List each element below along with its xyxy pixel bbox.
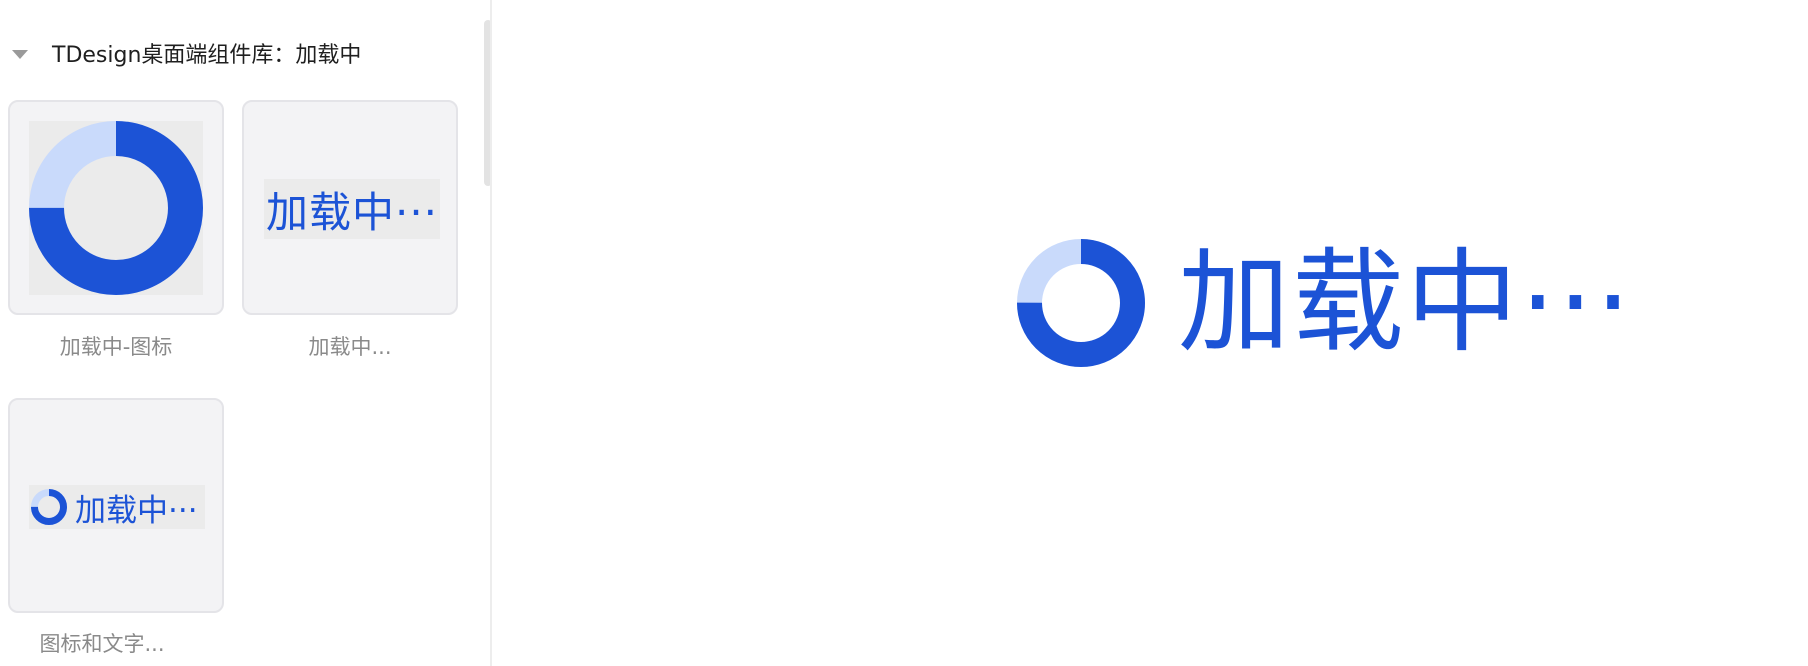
loading-text-thumbnail: 加载中··· — [75, 492, 198, 529]
component-group-header[interactable]: TDesign桌面端组件库：加载中 — [12, 36, 361, 70]
thumbnail-background: 加载中··· — [29, 485, 205, 529]
component-group-title: TDesign桌面端组件库：加载中 — [52, 43, 362, 68]
tile-caption: 加载中-图标 — [59, 335, 173, 359]
loading-spinner-icon — [29, 121, 203, 295]
sidebar-scrollbar[interactable] — [484, 20, 490, 186]
tile-caption: 加载中... — [308, 335, 392, 359]
component-sidebar: TDesign桌面端组件库：加载中 加载中-图标 加载中··· 加载中... 加… — [0, 0, 492, 666]
thumbnail-background — [29, 121, 203, 295]
thumbnail-background: 加载中··· — [264, 179, 440, 239]
loading-spinner-icon — [1017, 239, 1145, 367]
component-tile-icon-and-text[interactable]: 加载中··· — [8, 398, 224, 613]
tile-caption: 图标和文字... — [39, 632, 165, 656]
component-tile-loading-icon[interactable] — [8, 100, 224, 315]
caret-down-icon[interactable] — [12, 49, 28, 59]
component-tile-loading-text[interactable]: 加载中··· — [242, 100, 458, 315]
loading-text-thumbnail: 加载中··· — [265, 187, 439, 237]
loading-spinner-icon — [31, 489, 67, 525]
loading-text: 加载中··· — [1178, 238, 1633, 368]
component-preview: 加载中··· — [1016, 238, 1633, 368]
app-window: TDesign桌面端组件库：加载中 加载中-图标 加载中··· 加载中... 加… — [0, 0, 1808, 666]
